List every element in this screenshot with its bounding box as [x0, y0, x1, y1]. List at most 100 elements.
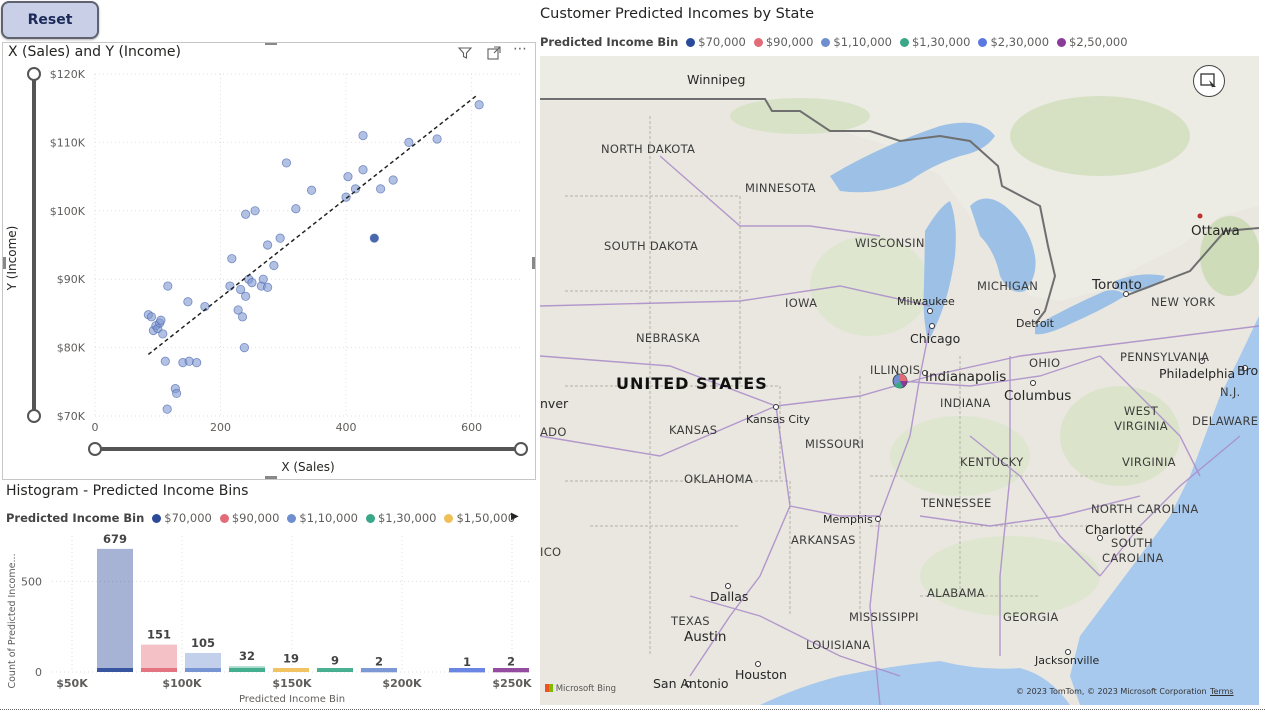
state-label: WEST VIRGINIA [1114, 404, 1168, 433]
state-label: WISCONSIN [855, 236, 925, 250]
state-label: LOUISIANA [806, 638, 871, 652]
scatter-point [184, 356, 194, 366]
histogram-bar-base [185, 668, 221, 672]
state-label: ADO [540, 425, 567, 439]
resize-handle-right [532, 257, 535, 269]
state-label: MISSOURI [805, 437, 865, 451]
map-attribution: © 2023 TomTom, © 2023 Microsoft Corporat… [1016, 687, 1207, 696]
histogram-data-label: 1 [463, 655, 471, 669]
state-label: NORTH CAROLINA [1091, 502, 1199, 516]
map-legend-item[interactable]: $2,30,000 [978, 35, 1049, 49]
scatter-visual[interactable]: X (Sales) and Y (Income) ⋯ $70K $80K $90K $… [2, 41, 536, 480]
histogram-legend-item[interactable]: $1,10,000 [287, 511, 358, 525]
y-tick-label: $100K [50, 205, 86, 218]
city-label: nver [540, 396, 569, 411]
scatter-point [241, 291, 251, 301]
scatter-point [156, 315, 166, 325]
state-label: GEORGIA [1003, 610, 1059, 624]
state-label: TEXAS [671, 614, 710, 628]
histogram-bar [97, 548, 133, 672]
reset-button[interactable]: Reset [1, 1, 99, 39]
x-slider-handle-left [88, 442, 102, 456]
state-label: SOUTH DAKOTA [604, 239, 699, 253]
map-terms-link[interactable]: Terms [1210, 687, 1234, 696]
state-label: NEBRASKA [636, 331, 701, 345]
histogram-data-label: 19 [283, 652, 299, 666]
histogram-x-title: Predicted Income Bin [239, 694, 345, 705]
histogram-title: Histogram - Predicted Income Bins [6, 483, 249, 499]
scatter-point [269, 260, 279, 271]
city-label: Kansas City [746, 413, 810, 426]
map-canvas[interactable]: UNITED STATES NORTH DAKOTA MINNESOTA SOU… [540, 56, 1259, 705]
city-label: Houston [735, 667, 787, 682]
state-label: MINNESOTA [745, 181, 816, 195]
legend-next-icon[interactable]: ▶ [511, 511, 519, 522]
histogram-visual[interactable]: Histogram - Predicted Income Bins Predic… [2, 481, 536, 709]
scatter-point [163, 281, 173, 291]
state-label: OHIO [1029, 356, 1061, 370]
city-label: Jacksonville [1035, 654, 1100, 667]
histogram-chart: Count of Predicted Income... 0 500 679 151 10… [7, 532, 532, 705]
city-label: Toronto [1092, 277, 1142, 293]
scatter-point [275, 233, 285, 243]
trend-line [147, 93, 479, 356]
city-label: Philadelphia [1159, 366, 1236, 381]
scatter-point [281, 158, 292, 168]
scatter-point [306, 185, 317, 195]
scatter-point [291, 204, 301, 214]
state-label: ALABAMA [927, 586, 986, 600]
scatter-point [388, 175, 398, 185]
state-label: KANSAS [669, 423, 718, 437]
y-tick-label: $120K [50, 68, 86, 81]
x-tick-label: 200 [210, 421, 231, 434]
city-label: Indianapolis [925, 369, 1007, 385]
map-legend: Predicted Income Bin $70,000 $90,000 $1,… [540, 35, 1128, 49]
map-legend-item[interactable]: $70,000 [686, 35, 746, 49]
y-tick-label: $80K [57, 342, 86, 355]
histogram-legend-item[interactable]: $90,000 [219, 511, 279, 525]
city-label: Charlotte [1085, 522, 1144, 537]
map-legend-item[interactable]: $2,50,000 [1057, 35, 1128, 49]
scatter-point [263, 282, 273, 293]
map-legend-item[interactable]: $1,10,000 [821, 35, 892, 49]
city-label: Detroit [1016, 317, 1054, 330]
city-label: Chicago [910, 331, 961, 346]
x-tick-label: 0 [92, 421, 99, 434]
histogram-legend-item[interactable]: $1,50,000 [444, 511, 515, 525]
scatter-point [474, 100, 484, 110]
map-legend-item[interactable]: $1,30,000 [899, 35, 970, 49]
scatter-point [404, 137, 414, 148]
histogram-data-label: 2 [375, 655, 383, 669]
map-legend-item[interactable]: $90,000 [753, 35, 813, 49]
histogram-bar-base [141, 668, 177, 672]
histogram-bar-base [317, 668, 353, 672]
scatter-point [432, 134, 442, 144]
map-title: Customer Predicted Incomes by State [540, 6, 815, 22]
histogram-data-label: 679 [103, 532, 127, 546]
hist-x-tick: $50K [56, 677, 88, 690]
state-label: VIRGINIA [1122, 455, 1176, 469]
city-label: Bronx [1237, 363, 1259, 378]
state-label: IOWA [785, 296, 818, 310]
city-label: Winnipeg [687, 72, 746, 87]
scatter-point [158, 329, 168, 339]
hist-y-tick: 0 [35, 666, 42, 679]
resize-handle-bottom [265, 476, 277, 479]
scatter-point [227, 254, 237, 264]
hist-x-tick: $100K [162, 677, 202, 690]
hist-y-tick: 500 [21, 575, 42, 588]
map-select-tool-icon[interactable] [1193, 65, 1225, 97]
state-label: NEW YORK [1151, 295, 1216, 309]
scatter-point [369, 233, 379, 243]
histogram-legend-title: Predicted Income Bin [6, 511, 145, 525]
scatter-point [162, 404, 172, 414]
state-label: OKLAHOMA [684, 472, 754, 486]
state-label: KENTUCKY [960, 455, 1024, 469]
state-label: SOUTH CAROLINA [1102, 536, 1164, 565]
histogram-legend-item[interactable]: $70,000 [152, 511, 212, 525]
histogram-bar-base [229, 668, 265, 672]
histogram-legend-item[interactable]: $1,30,000 [365, 511, 436, 525]
scatter-y-title: Y (Income) [5, 225, 19, 291]
histogram-bar-base [273, 668, 309, 672]
y-slider-handle-bottom [27, 409, 41, 423]
